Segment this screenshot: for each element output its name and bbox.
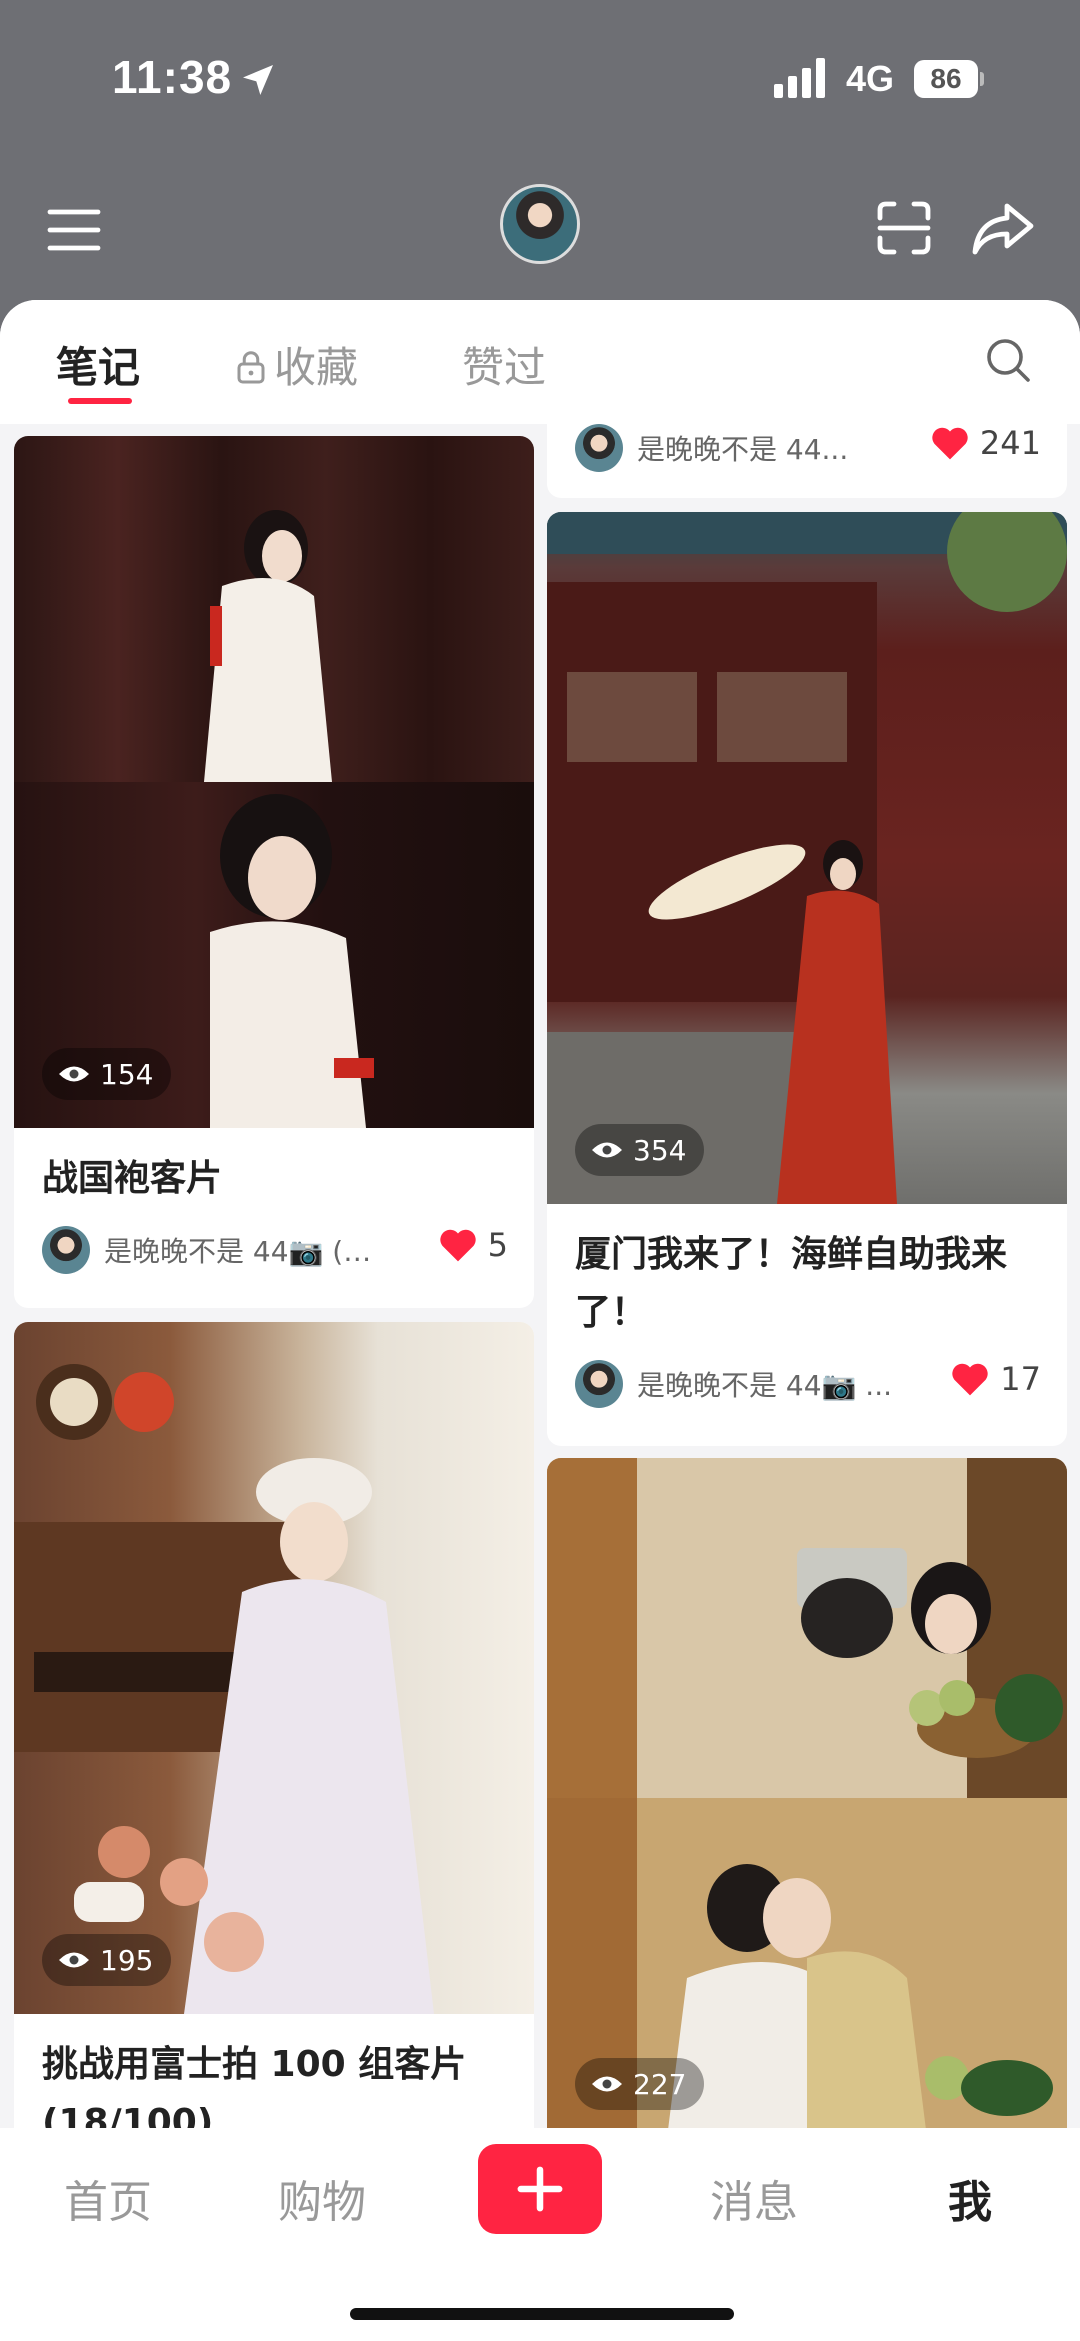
author-avatar <box>575 424 623 472</box>
eye-icon <box>592 1142 622 1158</box>
heart-icon <box>932 427 968 460</box>
tab-liked[interactable]: 赞过 <box>462 334 546 395</box>
author-avatar <box>575 1360 623 1408</box>
network-type: 4G <box>846 58 895 99</box>
nav-me[interactable]: 我 <box>948 2166 992 2230</box>
author-name: 是晚晚不是 44📷 ... <box>637 1369 892 1402</box>
red-wall-scene <box>547 512 1067 1204</box>
tab-bar: 笔记 收藏 赞过 <box>0 300 1080 424</box>
signal-bars-icon <box>774 58 825 98</box>
note-card[interactable]: 227 <box>547 1458 1067 2158</box>
photo-couple <box>547 1458 1067 2138</box>
menu-icon[interactable] <box>46 202 102 258</box>
note-title: 战国袍客片 <box>42 1158 223 1199</box>
active-tab-indicator <box>68 398 132 404</box>
view-count-badge: 195 <box>42 1934 172 1986</box>
nav-messages[interactable]: 消息 <box>710 2166 798 2230</box>
note-meta: 是晚晚不是 44📷 ... 17 <box>547 1342 1067 1428</box>
add-note-button[interactable] <box>478 2144 602 2234</box>
tab-collect-label: 收藏 <box>274 343 359 392</box>
status-time: 11:38 <box>112 51 233 103</box>
like-count: 5 <box>487 1226 508 1264</box>
view-count: 354 <box>633 1133 687 1167</box>
note-cover-image[interactable]: 227 <box>547 1458 1067 2138</box>
author-name: 是晚晚不是 44📷 (… <box>104 1235 372 1268</box>
photo-top <box>14 436 534 782</box>
battery-tip <box>980 72 984 86</box>
nav-home[interactable]: 首页 <box>64 2166 152 2230</box>
heart-icon <box>439 1229 476 1262</box>
profile-header <box>0 170 1080 300</box>
location-arrow-icon <box>243 65 273 95</box>
battery-level: 86 <box>914 60 978 98</box>
eye-icon <box>59 1066 89 1082</box>
note-meta: 是晚晚不是 44📷 (… 5 <box>14 1208 534 1294</box>
content-sheet: 笔记 收藏 赞过 154 战国袍客片 是晚晚不是 44📷 (… 5 195 挑战… <box>0 300 1080 2341</box>
note-card[interactable]: 195 挑战用富士拍 100 组客片 (18/100) <box>14 1322 534 2182</box>
lock-icon <box>237 351 265 384</box>
view-count: 154 <box>100 1057 154 1091</box>
heart-icon <box>952 1363 988 1396</box>
photo-red-wall <box>547 512 1067 1204</box>
author-name: 是晚晚不是 44... <box>637 433 849 466</box>
plus-icon <box>517 2166 563 2212</box>
nav-shop[interactable]: 购物 <box>278 2166 366 2230</box>
scan-icon[interactable] <box>874 198 934 258</box>
note-card[interactable]: 354 厦门我来了！海鲜自助我来了！ 是晚晚不是 44📷 ... 17 <box>547 512 1067 1446</box>
like-button[interactable]: 17 <box>950 1360 1041 1398</box>
couple-scene <box>547 1458 1067 2138</box>
view-count-badge: 354 <box>575 1124 705 1176</box>
like-button[interactable]: 241 <box>930 424 1041 462</box>
author-avatar <box>42 1226 90 1274</box>
photo-piano <box>14 1322 534 2014</box>
view-count-badge: 154 <box>42 1048 172 1100</box>
tab-notes[interactable]: 笔记 <box>56 334 140 395</box>
piano-scene <box>14 1364 434 2014</box>
like-count: 241 <box>979 424 1041 462</box>
share-icon[interactable] <box>970 198 1036 258</box>
tab-collect[interactable]: 收藏 <box>236 334 358 395</box>
battery-icon: 86 <box>914 60 984 98</box>
search-icon[interactable] <box>984 336 1032 384</box>
note-card[interactable]: 154 战国袍客片 是晚晚不是 44📷 (… 5 <box>14 436 534 1308</box>
note-cover-image[interactable]: 354 <box>547 512 1067 1204</box>
figure-top <box>204 510 332 782</box>
eye-icon <box>59 1952 89 1968</box>
note-cover-image[interactable]: 195 <box>14 1322 534 2014</box>
view-count: 195 <box>100 1943 154 1977</box>
like-button[interactable]: 5 <box>438 1226 508 1264</box>
like-count: 17 <box>1000 1360 1041 1398</box>
view-count: 227 <box>633 2067 687 2101</box>
eye-icon <box>592 2076 622 2092</box>
note-cover-image[interactable]: 154 <box>14 436 534 1128</box>
home-indicator[interactable] <box>350 2308 734 2320</box>
status-bar: 11:38 4G 86 <box>0 0 1080 160</box>
view-count-badge: 227 <box>575 2058 705 2110</box>
note-title: 厦门我来了！海鲜自助我来了！ <box>575 1234 1008 1333</box>
avatar[interactable] <box>500 184 580 264</box>
bottom-nav: 首页 购物 消息 我 <box>0 2128 1080 2341</box>
